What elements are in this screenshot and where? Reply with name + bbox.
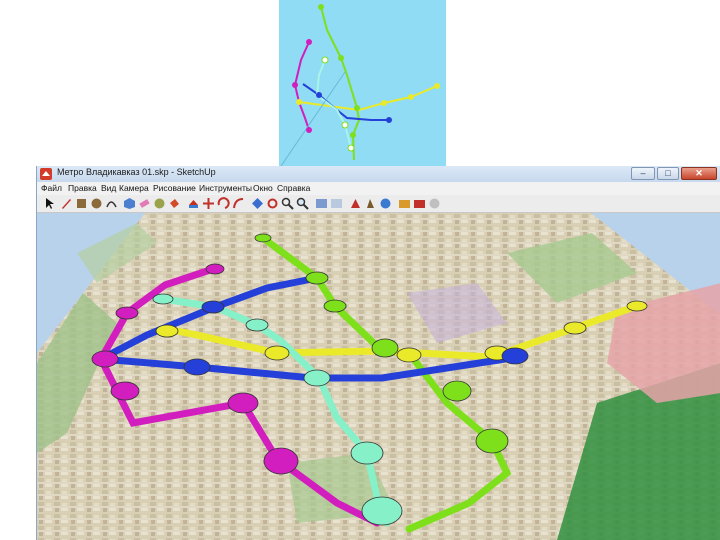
menu-view[interactable]: Вид (101, 182, 116, 195)
minimize-button[interactable]: – (631, 167, 655, 180)
menu-window[interactable]: Окно (253, 182, 273, 195)
menu-file[interactable]: Файл (41, 182, 62, 195)
model-viewport[interactable] (37, 213, 720, 540)
next-view-icon[interactable] (349, 197, 362, 210)
maximize-button[interactable]: □ (657, 167, 679, 180)
orbit-icon[interactable] (266, 197, 279, 210)
schematic-leader-line (280, 71, 346, 167)
window-title: Метро Владикавказ 01.skp - SketchUp (57, 167, 216, 177)
previous-view-icon[interactable] (330, 197, 343, 210)
metro-3d-model (37, 213, 720, 540)
schematic-stations (292, 4, 440, 152)
pan-icon[interactable] (281, 197, 294, 210)
toolbar (37, 195, 720, 213)
push-pull-icon[interactable] (187, 197, 200, 210)
circle-icon[interactable] (90, 197, 103, 210)
sketchup-window: Метро Владикавказ 01.skp - SketchUp – □ … (36, 166, 720, 540)
arc-icon[interactable] (105, 197, 118, 210)
paint-bucket-icon[interactable] (168, 197, 181, 210)
tape-measure-icon[interactable] (153, 197, 166, 210)
schematic-map (280, 4, 440, 167)
close-button[interactable]: ✕ (681, 167, 717, 180)
section-plane-icon[interactable] (379, 197, 392, 210)
menu-draw[interactable]: Рисование (153, 182, 196, 195)
menu-help[interactable]: Справка (277, 182, 310, 195)
offset-icon[interactable] (251, 197, 264, 210)
zoom-icon[interactable] (296, 197, 309, 210)
eraser-icon[interactable] (138, 197, 151, 210)
schematic-overview (279, 0, 446, 167)
title-bar[interactable]: Метро Владикавказ 01.skp - SketchUp – □ … (37, 166, 720, 182)
select-icon[interactable] (43, 197, 56, 210)
menu-camera[interactable]: Камера (119, 182, 149, 195)
minimize-icon: – (640, 168, 646, 178)
follow-me-icon[interactable] (232, 197, 245, 210)
make-component-icon[interactable] (123, 197, 136, 210)
close-icon: ✕ (695, 168, 703, 178)
sketchup-app-icon (40, 168, 52, 180)
shaded-icon[interactable] (413, 197, 426, 210)
menu-tools[interactable]: Инструменты (199, 182, 252, 195)
menu-edit[interactable]: Правка (68, 182, 97, 195)
menu-bar: Файл Правка Вид Камера Рисование Инструм… (37, 182, 720, 195)
pencil-icon[interactable] (60, 197, 73, 210)
xray-icon[interactable] (398, 197, 411, 210)
maximize-icon: □ (665, 168, 671, 178)
standard-views-icon[interactable] (364, 197, 377, 210)
move-icon[interactable] (202, 197, 215, 210)
zoom-extents-icon[interactable] (315, 197, 328, 210)
google-earth-icon[interactable] (428, 197, 441, 210)
rotate-icon[interactable] (217, 197, 230, 210)
rectangle-icon[interactable] (75, 197, 88, 210)
